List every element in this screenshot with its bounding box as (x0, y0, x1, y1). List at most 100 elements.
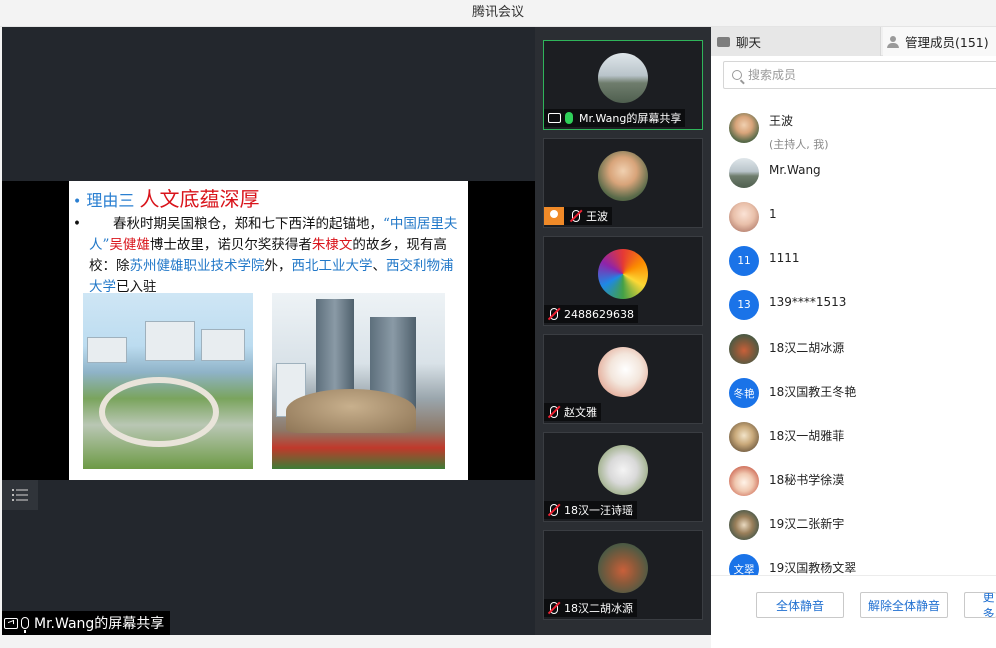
slide-body-part: 苏州健雄职业技术学院 (129, 258, 265, 274)
panel-tabs: 聊天 管理成员(151) (711, 27, 996, 56)
video-tile[interactable]: Mr.Wang的屏幕共享 (543, 40, 703, 130)
chat-icon (717, 36, 730, 47)
member-name: 18汉一胡雅菲 (769, 429, 845, 443)
shared-slide: • 理由三 人文底蕴深厚 • 春秋时期吴国粮仓，郑和七下西洋的起锚地，“中国居里… (2, 181, 535, 480)
member-name: 1111 (769, 251, 800, 265)
slide-canvas: • 理由三 人文底蕴深厚 • 春秋时期吴国粮仓，郑和七下西洋的起锚地，“中国居里… (69, 181, 468, 480)
slide-body-part: 吴健雄 (109, 237, 150, 253)
slide-body-part: 博士故里，诺贝尔奖获得者 (149, 237, 312, 253)
participant-avatar (598, 445, 648, 495)
member-name: 18汉国教王冬艳 (769, 385, 857, 399)
share-owner-name: Mr.Wang的屏幕共享 (34, 616, 165, 632)
share-owner-label: Mr.Wang的屏幕共享 (2, 611, 171, 635)
member-avatar (729, 334, 759, 364)
slide-body-part: 朱棣文 (311, 237, 353, 253)
title-bar: 腾讯会议 (0, 0, 996, 27)
slide-body-part: 、 (372, 258, 387, 274)
video-tile-name: Mr.Wang的屏幕共享 (579, 112, 682, 125)
slide-body-text: 春秋时期吴国粮仓，郑和七下西洋的起锚地，“中国居里夫人”吴健雄博士故里，诺贝尔奖… (73, 214, 465, 298)
list-item[interactable]: Mr.Wang (711, 150, 996, 194)
members-panel: 聊天 管理成员(151) 王波 (主持人, 我) Mr.Wang (711, 27, 996, 648)
microphone-icon (21, 617, 29, 633)
list-item[interactable]: 冬艳 18汉国教王冬艳 (711, 370, 996, 414)
member-search-input[interactable] (748, 68, 978, 82)
muted-microphone-icon (550, 602, 558, 614)
video-strip[interactable]: Mr.Wang的屏幕共享 王波 2488629638 赵文雅 18汉一汪诗瑶 1… (535, 27, 711, 635)
more-button[interactable]: 更多 (964, 592, 996, 618)
list-item[interactable]: 18汉一胡雅菲 (711, 414, 996, 458)
search-icon (732, 70, 742, 80)
member-name: Mr.Wang (769, 163, 821, 177)
member-avatar (729, 422, 759, 452)
slide-heading-prefix: 理由三 (86, 191, 140, 210)
muted-microphone-icon (572, 210, 580, 222)
video-tile[interactable]: 王波 (543, 138, 703, 228)
screen-share-view[interactable]: • 理由三 人文底蕴深厚 • 春秋时期吴国粮仓，郑和七下西洋的起锚地，“中国居里… (2, 27, 535, 635)
slide-body-part: 外， (264, 258, 292, 274)
video-tile-label: 18汉二胡冰源 (544, 599, 637, 617)
slide-heading: • 理由三 人文底蕴深厚 (73, 183, 259, 212)
list-item[interactable]: 13 139****1513 (711, 282, 996, 326)
slide-body: • 春秋时期吴国粮仓，郑和七下西洋的起锚地，“中国居里夫人”吴健雄博士故里，诺贝… (73, 214, 465, 298)
video-tile-name: 2488629638 (564, 307, 634, 321)
member-avatar (729, 202, 759, 232)
member-name: 王波 (769, 114, 794, 128)
meeting-window: 腾讯会议 • 理由三 人文底蕴深厚 • 春秋时期吴国粮仓，郑和七下西洋的起锚地，… (0, 0, 996, 648)
screen-share-icon (548, 113, 561, 123)
slide-heading-bullet: • (73, 194, 82, 210)
list-item[interactable]: 18汉二胡冰源 (711, 326, 996, 370)
member-avatar (729, 158, 759, 188)
member-list[interactable]: 王波 (主持人, 我) Mr.Wang 1 11 1111 13 139****… (711, 105, 996, 575)
share-menu-button[interactable] (2, 480, 38, 510)
member-name: 19汉国教杨文翠 (769, 561, 857, 575)
list-item[interactable]: 11 1111 (711, 238, 996, 282)
screen-share-icon (4, 617, 18, 629)
list-item[interactable]: 19汉二张新宇 (711, 502, 996, 546)
video-tile-name: 18汉二胡冰源 (564, 602, 633, 615)
member-avatar: 13 (729, 290, 759, 320)
member-avatar: 11 (729, 246, 759, 276)
list-item[interactable]: 18秘书学徐漠 (711, 458, 996, 502)
video-tile-label: 王波 (544, 207, 612, 225)
video-tile-name: 18汉一汪诗瑶 (564, 504, 633, 517)
member-search-box[interactable] (723, 61, 996, 89)
list-menu-icon (12, 489, 28, 501)
tab-chat[interactable]: 聊天 (711, 27, 881, 56)
campus-photo-2 (272, 293, 445, 469)
window-title: 腾讯会议 (471, 5, 524, 20)
list-item[interactable]: 文翠 19汉国教杨文翠 (711, 546, 996, 575)
member-avatar: 冬艳 (729, 378, 759, 408)
member-avatar (729, 466, 759, 496)
mute-all-button[interactable]: 全体静音 (756, 592, 844, 618)
campus-photo-1 (83, 293, 253, 469)
host-badge-icon (544, 207, 564, 225)
list-item[interactable]: 王波 (主持人, 我) (711, 105, 996, 151)
video-tile-label: Mr.Wang的屏幕共享 (544, 109, 686, 127)
list-item[interactable]: 1 (711, 194, 996, 238)
participant-avatar (598, 151, 648, 201)
microphone-icon (565, 112, 573, 124)
member-avatar (729, 113, 759, 143)
slide-body-part: 春秋时期吴国粮仓，郑和七下西洋的起锚地， (113, 216, 383, 232)
video-tile-label: 赵文雅 (544, 403, 601, 421)
slide-body-bullet: • (73, 216, 81, 232)
video-tile[interactable]: 18汉一汪诗瑶 (543, 432, 703, 522)
tab-chat-label: 聊天 (736, 35, 762, 50)
bottom-edge (0, 635, 711, 648)
video-tile[interactable]: 赵文雅 (543, 334, 703, 424)
member-name: 19汉二张新宇 (769, 517, 845, 531)
participant-avatar (598, 249, 648, 299)
tab-members-label: 管理成员(151) (905, 35, 989, 50)
tab-manage-members[interactable]: 管理成员(151) (883, 27, 996, 56)
video-tile[interactable]: 2488629638 (543, 236, 703, 326)
participant-avatar (598, 347, 648, 397)
muted-microphone-icon (550, 308, 558, 320)
participant-avatar (598, 53, 648, 103)
unmute-all-button[interactable]: 解除全体静音 (860, 592, 948, 618)
member-name: 18秘书学徐漠 (769, 473, 845, 487)
muted-microphone-icon (550, 406, 558, 418)
video-tile[interactable]: 18汉二胡冰源 (543, 530, 703, 620)
member-name: 18汉二胡冰源 (769, 341, 845, 355)
member-avatar (729, 510, 759, 540)
member-actions-bar: 全体静音 解除全体静音 更多 (711, 575, 996, 648)
